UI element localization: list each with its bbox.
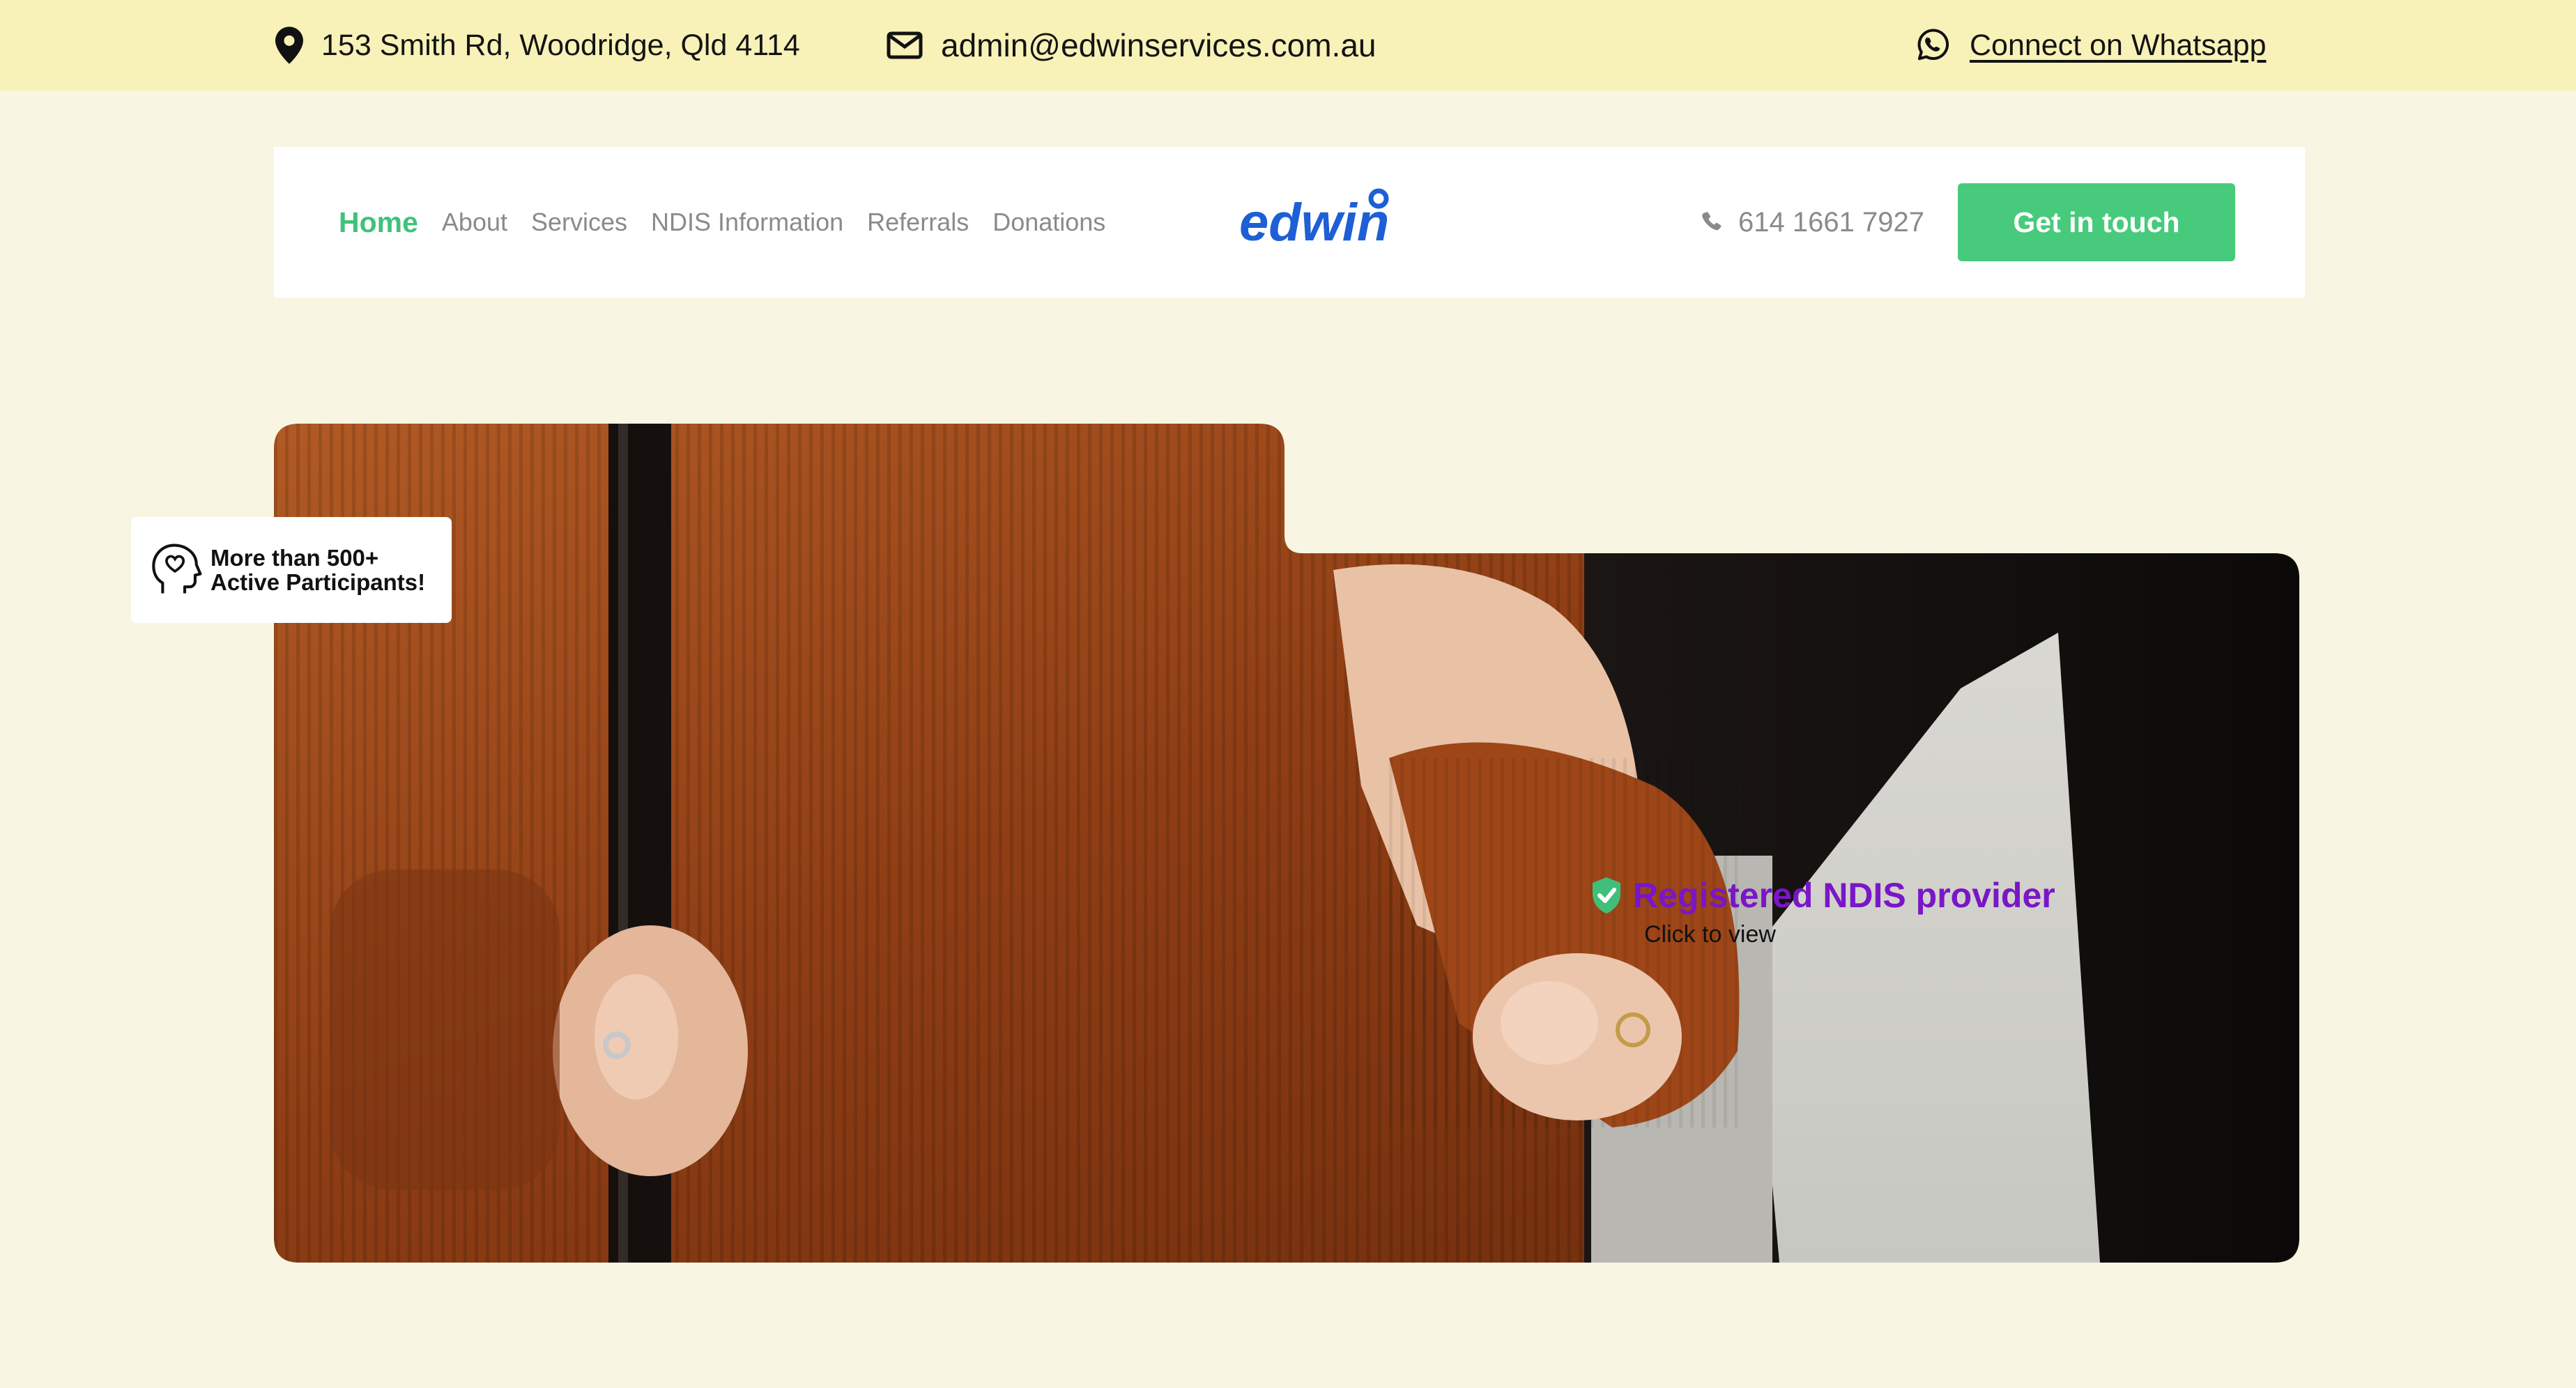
hero-section: Registered NDIS provider Click to view <box>274 424 2299 1263</box>
nav-referrals[interactable]: Referrals <box>867 208 969 237</box>
main-navbar: Home About Services NDIS Information Ref… <box>274 147 2305 298</box>
address: 153 Smith Rd, Woodridge, Qld 4114 <box>275 0 800 91</box>
phone-contact[interactable]: 614 1661 7927 <box>1699 147 1924 298</box>
whatsapp-link-text[interactable]: Connect on Whatsapp <box>1970 29 2267 63</box>
edwin-logo[interactable]: edwin <box>1239 186 1400 256</box>
nav-services[interactable]: Services <box>531 208 627 237</box>
email-contact[interactable]: admin@edwinservices.com.au <box>887 0 1377 91</box>
email-text[interactable]: admin@edwinservices.com.au <box>941 26 1377 64</box>
ndis-title[interactable]: Registered NDIS provider <box>1633 875 2055 916</box>
participants-line2: Active Participants! <box>210 569 426 595</box>
nav-donations[interactable]: Donations <box>992 208 1105 237</box>
mail-icon <box>887 31 923 59</box>
head-heart-icon <box>152 543 202 594</box>
shield-check-icon <box>1593 877 1620 913</box>
ndis-provider-badge[interactable]: Registered NDIS provider Click to view <box>1590 875 2055 948</box>
location-pin-icon <box>275 26 303 64</box>
hero-photo <box>274 424 2299 1263</box>
logo-text: edwin <box>1239 193 1389 252</box>
get-in-touch-button[interactable]: Get in touch <box>1958 183 2235 261</box>
nav-menu: Home About Services NDIS Information Ref… <box>339 147 1105 298</box>
participants-line1: More than 500+ <box>210 545 379 571</box>
nav-home[interactable]: Home <box>339 206 418 239</box>
nav-ndis-information[interactable]: NDIS Information <box>651 208 843 237</box>
ndis-click-to-view[interactable]: Click to view <box>1644 921 2055 948</box>
phone-icon <box>1702 212 1722 231</box>
nav-about[interactable]: About <box>442 208 507 237</box>
whatsapp-icon <box>1917 29 1949 61</box>
whatsapp-link[interactable]: Connect on Whatsapp <box>1914 0 2267 91</box>
participants-text: More than 500+ Active Participants! <box>210 546 425 594</box>
address-text: 153 Smith Rd, Woodridge, Qld 4114 <box>321 28 800 62</box>
participants-card: More than 500+ Active Participants! <box>131 517 452 623</box>
top-info-bar: 153 Smith Rd, Woodridge, Qld 4114 admin@… <box>0 0 2576 91</box>
ndis-title-row[interactable]: Registered NDIS provider <box>1590 875 2055 916</box>
phone-number[interactable]: 614 1661 7927 <box>1738 207 1924 238</box>
